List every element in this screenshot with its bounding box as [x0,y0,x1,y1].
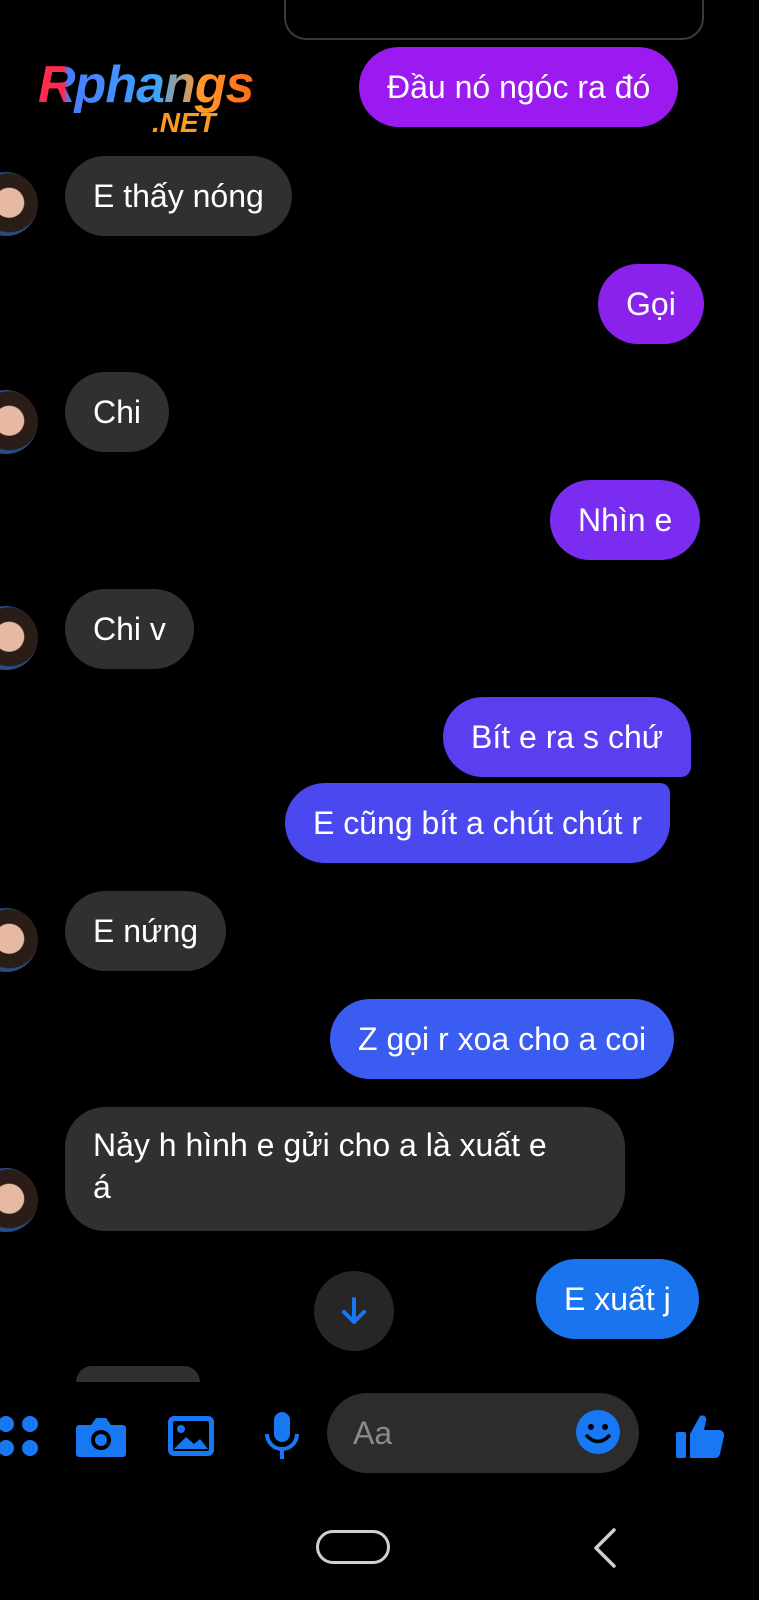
message-text: E thấy nóng [93,178,264,214]
outgoing-message[interactable]: Nhìn e [550,480,701,560]
watermark-sub-text: .NET [152,107,216,138]
thumbs-up-icon[interactable] [672,1408,728,1464]
outgoing-message[interactable]: E xuất j [536,1259,699,1339]
partial-incoming-message [76,1366,200,1382]
gallery-glyph [168,1416,214,1456]
contact-avatar[interactable] [0,1168,40,1232]
message-text: Gọi [626,286,676,322]
message-text: E cũng bít a chút chút r [313,805,643,841]
previous-message-bubble-edge [284,0,704,40]
message-text-line: á [93,1169,111,1205]
avatar-photo [0,172,38,236]
message-text: Bít e ra s chứ [471,719,664,755]
microphone-glyph [265,1412,299,1459]
scroll-to-bottom-button[interactable] [314,1271,394,1351]
message-input-placeholder: Aa [353,1415,393,1451]
contact-avatar[interactable] [0,390,40,454]
back-chevron-glyph [594,1528,616,1568]
contact-avatar[interactable] [0,172,40,236]
back-chevron-icon[interactable] [586,1526,626,1570]
avatar-photo [0,606,38,670]
incoming-message[interactable]: Chi [65,372,170,452]
message-input[interactable]: Aa [327,1393,639,1473]
outgoing-message[interactable]: Gọi [598,264,704,344]
message-text: Đầu nó ngóc ra đó [387,69,651,105]
watermark-logo: Rphangs .NET [38,56,278,142]
outgoing-message[interactable]: Đầu nó ngóc ra đó [359,47,679,127]
incoming-message[interactable]: E nứng [65,891,227,971]
incoming-message[interactable]: Chi v [65,589,194,669]
message-text: Chi [93,394,142,430]
contact-avatar[interactable] [0,908,40,972]
incoming-message[interactable]: Nảy h hình e gửi cho a là xuất e á [65,1107,625,1231]
contact-avatar[interactable] [0,606,40,670]
composer-bar: Aa [0,1390,759,1480]
apps-glyph [0,1416,38,1456]
avatar-photo [0,390,38,454]
message-text: Nhìn e [578,502,673,538]
outgoing-message[interactable]: Bít e ra s chứ [443,697,692,777]
emoji-icon[interactable] [575,1409,621,1460]
message-text: Z gọi r xoa cho a coi [358,1021,647,1057]
gallery-icon[interactable] [163,1408,219,1464]
watermark-main-text: Rphangs [38,56,254,114]
emoji-glyph [576,1410,620,1454]
arrow-down-icon [342,1297,366,1324]
microphone-icon[interactable] [254,1408,310,1464]
camera-icon[interactable] [73,1408,129,1464]
outgoing-message[interactable]: Z gọi r xoa cho a coi [330,999,675,1079]
incoming-message[interactable]: E thấy nóng [65,156,292,236]
avatar-photo [0,908,38,972]
message-text-line: Nảy h hình e gửi cho a là xuất e [93,1127,547,1163]
apps-icon[interactable] [0,1408,48,1464]
home-pill-icon[interactable] [316,1530,390,1564]
avatar-photo [0,1168,38,1232]
message-text: Chi v [93,611,166,647]
camera-glyph [76,1418,126,1457]
message-text: E nứng [93,913,199,949]
thumbs-up-glyph [676,1415,725,1459]
message-text: E xuất j [564,1281,671,1317]
outgoing-message[interactable]: E cũng bít a chút chút r [285,783,671,863]
